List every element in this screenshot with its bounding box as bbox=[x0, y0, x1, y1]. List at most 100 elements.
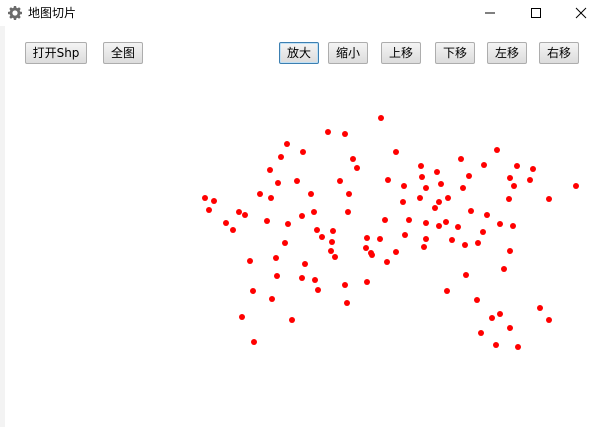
open-shp-button[interactable]: 打开Shp bbox=[25, 42, 87, 64]
map-point bbox=[328, 248, 334, 254]
pan-right-button[interactable]: 右移 bbox=[539, 42, 579, 64]
map-point bbox=[478, 330, 484, 336]
map-point bbox=[294, 178, 300, 184]
map-point bbox=[501, 266, 507, 272]
map-point bbox=[308, 191, 314, 197]
zoom-out-button[interactable]: 缩小 bbox=[328, 42, 368, 64]
map-point bbox=[269, 296, 275, 302]
map-point bbox=[436, 223, 442, 229]
map-point bbox=[507, 248, 513, 254]
map-point bbox=[206, 207, 212, 213]
map-point bbox=[443, 219, 449, 225]
map-point bbox=[250, 288, 256, 294]
map-point bbox=[369, 252, 375, 258]
map-point bbox=[445, 195, 451, 201]
map-point bbox=[484, 212, 490, 218]
map-point bbox=[418, 163, 424, 169]
map-point bbox=[494, 147, 500, 153]
map-point bbox=[382, 217, 388, 223]
map-point bbox=[489, 315, 495, 321]
map-point bbox=[315, 287, 321, 293]
map-point bbox=[378, 115, 384, 121]
map-point bbox=[278, 154, 284, 160]
map-point bbox=[474, 297, 480, 303]
pan-up-button[interactable]: 上移 bbox=[381, 42, 421, 64]
map-point bbox=[573, 183, 579, 189]
map-point bbox=[393, 149, 399, 155]
map-point bbox=[423, 220, 429, 226]
map-point bbox=[393, 249, 399, 255]
map-point bbox=[385, 177, 391, 183]
window-title: 地图切片 bbox=[28, 6, 77, 20]
map-canvas[interactable] bbox=[5, 80, 604, 427]
map-point bbox=[325, 129, 331, 135]
close-button[interactable] bbox=[558, 0, 604, 26]
map-point bbox=[511, 183, 517, 189]
maximize-button[interactable] bbox=[513, 0, 559, 26]
map-point bbox=[462, 242, 468, 248]
zoom-in-button[interactable]: 放大 bbox=[279, 42, 319, 64]
map-point bbox=[463, 272, 469, 278]
map-point bbox=[354, 165, 360, 171]
map-point bbox=[480, 229, 486, 235]
map-point bbox=[423, 185, 429, 191]
map-point bbox=[289, 317, 295, 323]
map-point bbox=[506, 196, 512, 202]
map-point bbox=[273, 255, 279, 261]
map-point bbox=[507, 175, 513, 181]
map-point bbox=[299, 213, 305, 219]
map-point bbox=[400, 199, 406, 205]
map-point bbox=[527, 177, 533, 183]
map-point bbox=[377, 236, 383, 242]
map-point bbox=[466, 173, 472, 179]
map-point bbox=[406, 217, 412, 223]
map-point bbox=[311, 209, 317, 215]
map-point bbox=[363, 245, 369, 251]
map-point bbox=[423, 236, 429, 242]
map-point bbox=[350, 156, 356, 162]
minimize-button[interactable] bbox=[467, 0, 513, 26]
full-extent-button[interactable]: 全图 bbox=[103, 42, 143, 64]
map-point bbox=[257, 191, 263, 197]
map-point bbox=[337, 178, 343, 184]
title-bar: 地图切片 bbox=[0, 0, 604, 26]
map-point bbox=[419, 174, 425, 180]
map-point bbox=[455, 224, 461, 230]
map-point bbox=[497, 221, 503, 227]
map-point bbox=[330, 228, 336, 234]
map-point bbox=[300, 149, 306, 155]
map-point bbox=[274, 273, 280, 279]
map-point bbox=[444, 288, 450, 294]
map-point bbox=[364, 279, 370, 285]
map-point bbox=[211, 198, 217, 204]
map-point bbox=[342, 131, 348, 137]
map-point bbox=[285, 221, 291, 227]
map-point bbox=[432, 205, 438, 211]
map-point bbox=[312, 277, 318, 283]
map-point bbox=[438, 181, 444, 187]
map-point bbox=[329, 239, 335, 245]
map-point bbox=[417, 195, 423, 201]
pan-down-button[interactable]: 下移 bbox=[435, 42, 475, 64]
map-point bbox=[436, 199, 442, 205]
map-point bbox=[342, 282, 348, 288]
close-icon bbox=[575, 7, 587, 19]
map-point bbox=[242, 212, 248, 218]
map-point bbox=[202, 195, 208, 201]
map-point bbox=[284, 141, 290, 147]
map-point bbox=[251, 339, 257, 345]
map-point bbox=[299, 275, 305, 281]
map-point bbox=[481, 162, 487, 168]
map-point bbox=[530, 166, 536, 172]
map-point bbox=[401, 183, 407, 189]
map-point bbox=[460, 185, 466, 191]
map-point bbox=[345, 209, 351, 215]
map-point bbox=[458, 156, 464, 162]
map-point bbox=[510, 223, 516, 229]
map-point bbox=[239, 314, 245, 320]
maximize-icon bbox=[531, 8, 541, 18]
map-point bbox=[302, 261, 308, 267]
map-point bbox=[236, 209, 242, 215]
map-point bbox=[267, 167, 273, 173]
pan-left-button[interactable]: 左移 bbox=[487, 42, 527, 64]
